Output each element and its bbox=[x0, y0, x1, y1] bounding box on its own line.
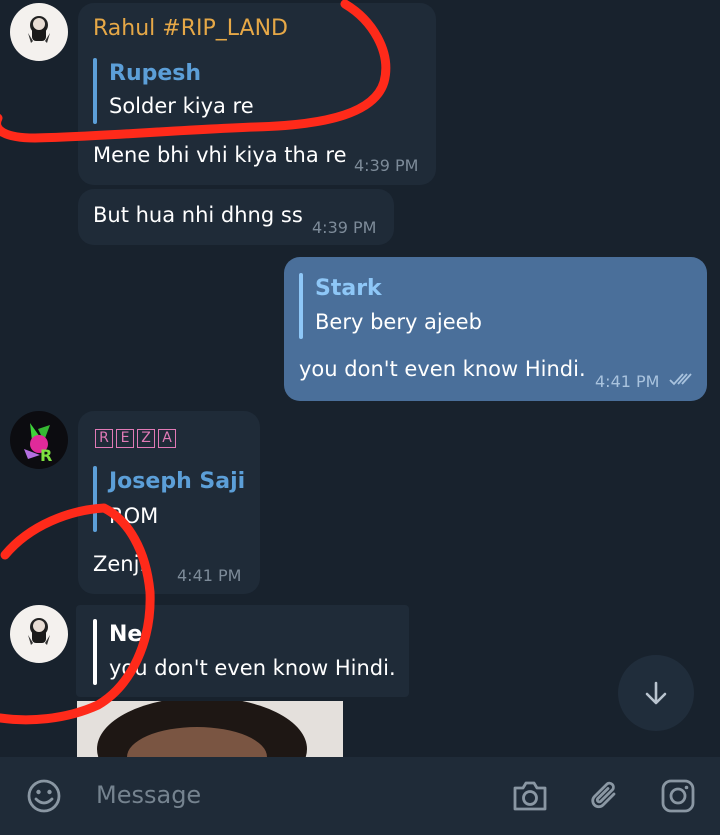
message-bubble[interactable]: R E Z A Joseph Saji ROM Zenji 4:41 PM bbox=[78, 411, 260, 594]
reply-bar bbox=[93, 58, 97, 124]
message-time: 4:41 PM bbox=[595, 372, 660, 391]
sender-letter: Z bbox=[137, 429, 155, 448]
message-time: 4:41 PM bbox=[177, 566, 242, 585]
message-bubble[interactable]: But hua nhi dhng ss 4:39 PM bbox=[78, 189, 394, 245]
message-text: But hua nhi dhng ss bbox=[93, 203, 303, 227]
reply-sender: Joseph Saji bbox=[109, 469, 246, 494]
scroll-down-button[interactable] bbox=[618, 655, 694, 731]
attach-icon bbox=[591, 781, 616, 809]
reply-preview[interactable]: Rupesh Solder kiya re bbox=[93, 58, 413, 124]
emoji-icon bbox=[27, 779, 61, 813]
reply-preview[interactable]: Stark Bery bery ajeeb bbox=[299, 273, 679, 339]
reply-sender: Ne bbox=[109, 622, 143, 647]
reply-text: you don't even know Hindi. bbox=[109, 656, 396, 680]
reply-text: Bery bery ajeeb bbox=[315, 310, 482, 334]
message-text: Zenji bbox=[93, 552, 146, 576]
message-time: 4:39 PM bbox=[354, 156, 419, 175]
outgoing-message-bubble[interactable]: Stark Bery bery ajeeb you don't even kno… bbox=[284, 257, 707, 401]
reply-text: ROM bbox=[109, 504, 159, 528]
avatar-rahul[interactable] bbox=[10, 3, 68, 61]
message-time: 4:39 PM bbox=[312, 218, 377, 237]
double-check-icon bbox=[669, 371, 695, 391]
message-text: Mene bhi vhi kiya tha re bbox=[93, 143, 347, 167]
message-composer: Message bbox=[0, 757, 720, 835]
sender-name[interactable]: R E Z A bbox=[95, 429, 176, 448]
arrow-down-icon bbox=[645, 681, 667, 705]
message-bubble[interactable]: Rahul #RIP_LAND Rupesh Solder kiya re Me… bbox=[78, 3, 436, 185]
camera-icon bbox=[513, 781, 547, 811]
reply-sender: Stark bbox=[315, 276, 382, 301]
message-bubble[interactable]: Ne you don't even know Hindi. bbox=[76, 605, 409, 697]
sender-letter: R bbox=[95, 429, 113, 448]
reply-text: Solder kiya re bbox=[109, 94, 254, 118]
instagram-button[interactable] bbox=[656, 774, 700, 818]
camera-button[interactable] bbox=[508, 774, 552, 818]
reply-preview[interactable]: Ne you don't even know Hindi. bbox=[93, 619, 396, 685]
sender-letter: A bbox=[158, 429, 176, 448]
sender-letter: E bbox=[116, 429, 134, 448]
avatar-rahul[interactable] bbox=[10, 605, 68, 663]
emoji-button[interactable] bbox=[22, 774, 66, 818]
reply-bar bbox=[93, 619, 97, 685]
message-input[interactable]: Message bbox=[96, 781, 201, 809]
instagram-icon bbox=[661, 779, 695, 813]
avatar-reza[interactable]: R bbox=[10, 411, 68, 469]
reply-bar bbox=[93, 466, 97, 532]
photo-message[interactable] bbox=[77, 701, 343, 757]
reply-sender: Rupesh bbox=[109, 61, 202, 86]
reply-preview[interactable]: Joseph Saji ROM bbox=[93, 466, 253, 532]
sender-name[interactable]: Rahul #RIP_LAND bbox=[93, 16, 288, 41]
reply-bar bbox=[299, 273, 303, 339]
message-text: you don't even know Hindi. bbox=[299, 357, 586, 381]
svg-text:R: R bbox=[40, 446, 52, 465]
attach-button[interactable] bbox=[583, 774, 627, 818]
